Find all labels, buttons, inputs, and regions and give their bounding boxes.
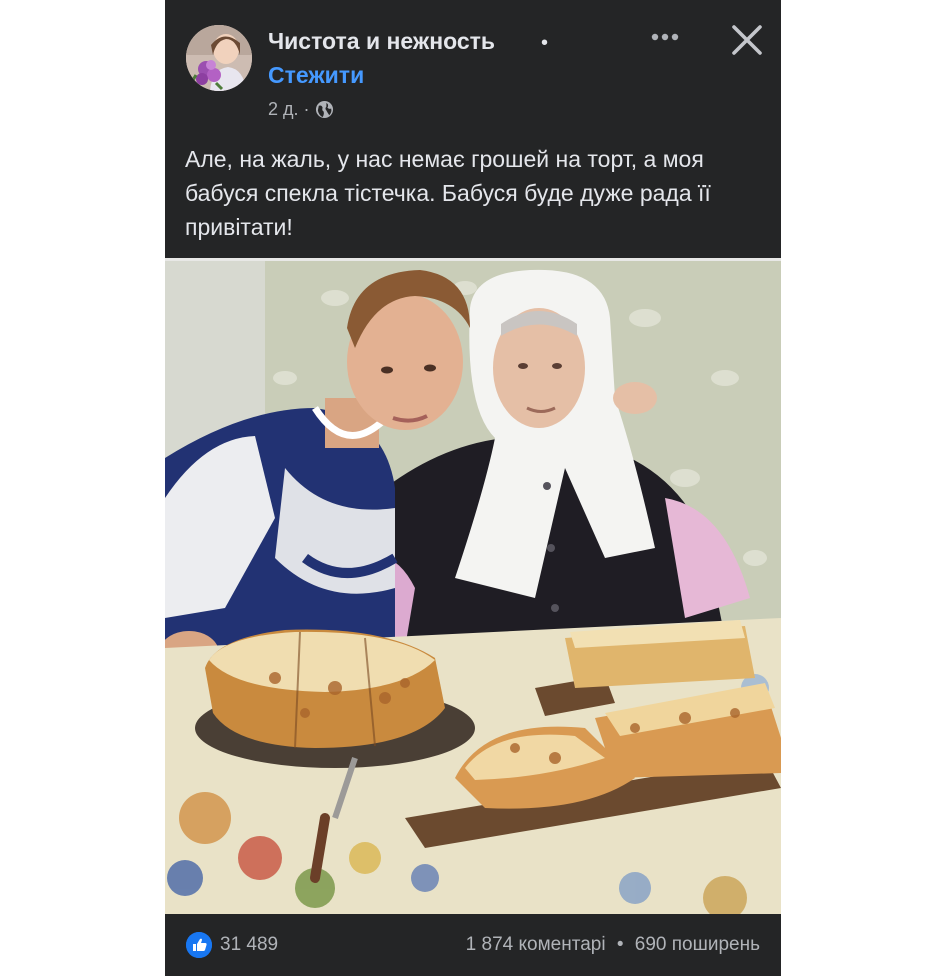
- avatar-image: [186, 25, 252, 91]
- post-footer: 31 489 1 874 коментарі • 690 поширень: [165, 914, 781, 976]
- meta-separator: ·: [303, 99, 310, 119]
- engagement-stats: 1 874 коментарі • 690 поширень: [466, 934, 760, 956]
- globe-icon[interactable]: [315, 100, 334, 119]
- name-separator: •: [541, 32, 549, 54]
- ellipsis-icon: [651, 33, 679, 41]
- stats-separator: •: [616, 934, 624, 955]
- comments-count[interactable]: 1 874 коментарі: [466, 934, 606, 955]
- photo-image: [165, 258, 781, 914]
- follow-button[interactable]: Стежити: [268, 62, 364, 89]
- shares-count[interactable]: 690 поширень: [635, 934, 760, 955]
- reactions-summary[interactable]: 31 489: [186, 932, 278, 958]
- post-meta: 2 д. ·: [268, 99, 334, 120]
- author-name[interactable]: Чистота и нежность: [268, 28, 495, 55]
- post-time[interactable]: 2 д.: [268, 99, 299, 120]
- close-icon: [732, 25, 762, 55]
- like-icon: [186, 932, 212, 958]
- more-options-button[interactable]: [647, 22, 687, 52]
- close-button[interactable]: [727, 20, 767, 60]
- post-caption: Але, на жаль, у нас немає грошей на торт…: [185, 146, 711, 240]
- author-avatar[interactable]: [186, 25, 252, 91]
- facebook-post: Чистота и нежность • Стежити 2 д. · Але,…: [165, 0, 781, 976]
- reaction-count: 31 489: [220, 934, 279, 955]
- post-photo[interactable]: [165, 258, 781, 914]
- post-header: Чистота и нежность • Стежити 2 д. ·: [165, 0, 781, 130]
